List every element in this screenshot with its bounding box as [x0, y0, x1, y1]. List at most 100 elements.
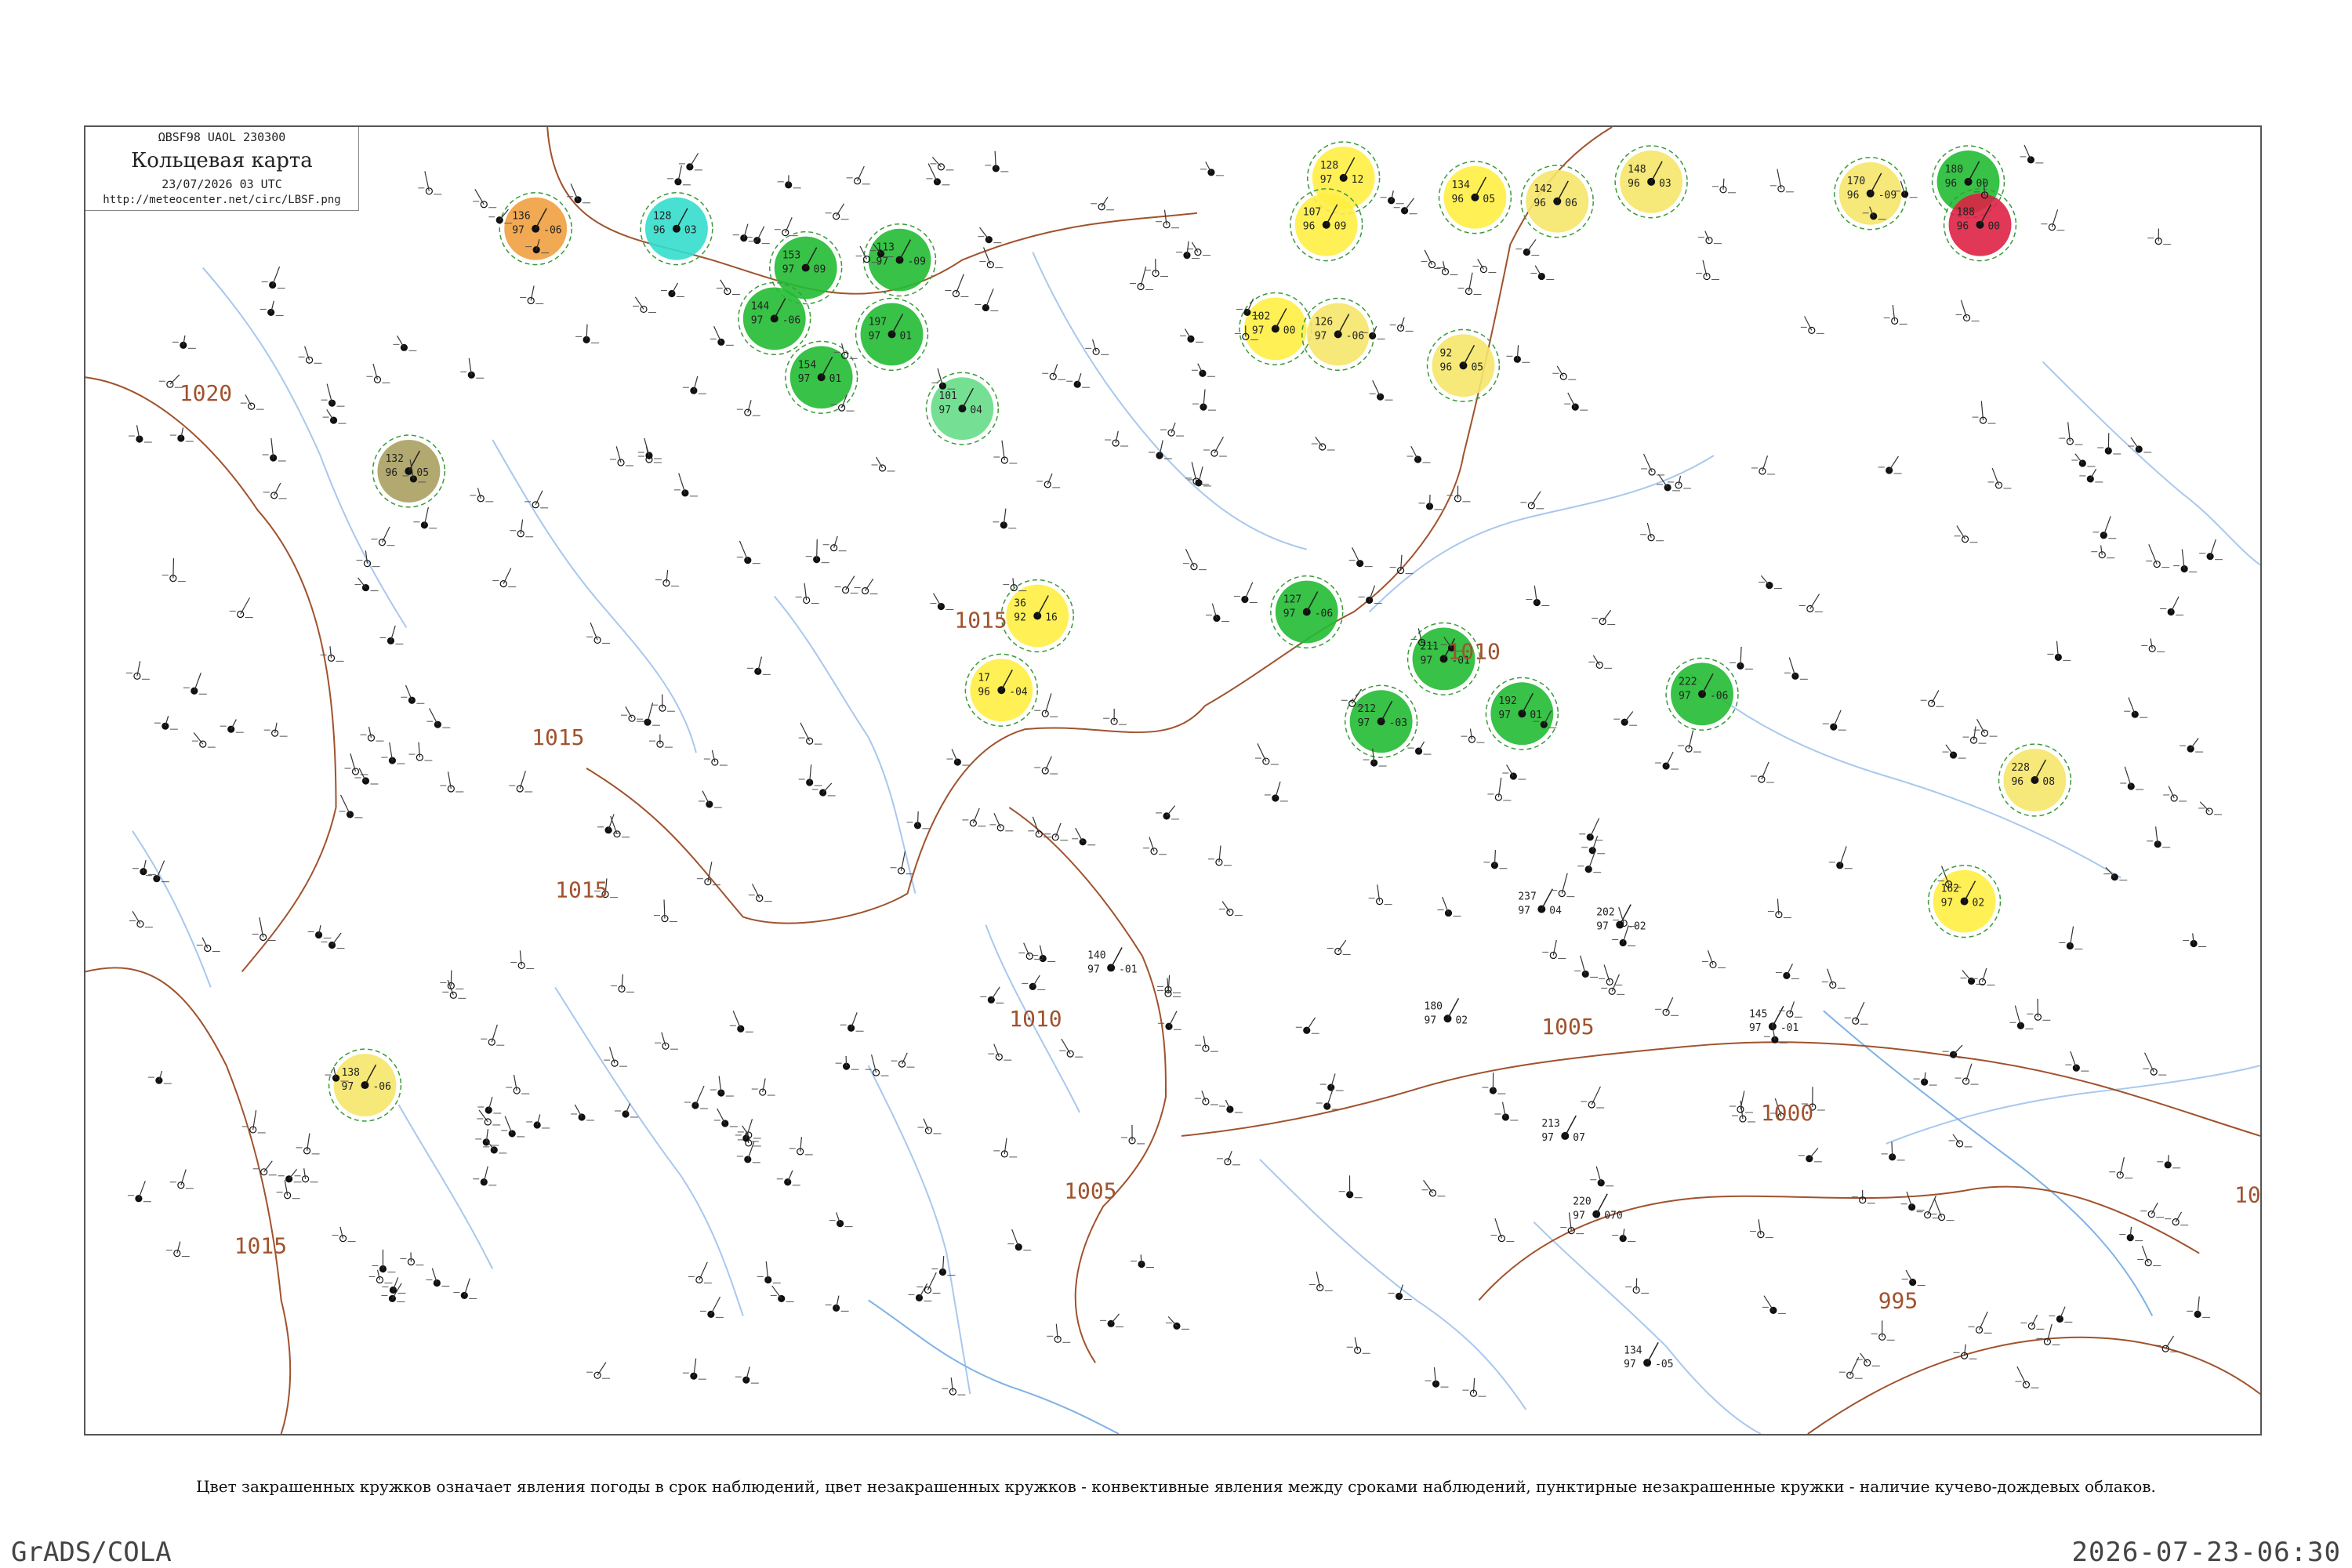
station-dot [485, 1106, 492, 1114]
station-dot [695, 1276, 703, 1284]
station-marker [1205, 603, 1229, 622]
wind-barb [289, 1169, 298, 1180]
weather-station[interactable]: 162 97 02 [1927, 864, 2002, 938]
station-marker [980, 986, 1004, 1004]
wind-barb [1657, 474, 1668, 488]
station-marker [1018, 942, 1043, 960]
weather-station[interactable]: 132 96 05 [372, 434, 446, 508]
wind-barb [1472, 1377, 1475, 1394]
station-marker [1552, 365, 1577, 380]
station-marker [1900, 1191, 1925, 1211]
wind-barb [1168, 1011, 1178, 1027]
wind-barb [474, 189, 485, 205]
station-marker [840, 1012, 864, 1032]
weather-station[interactable]: 128 96 03 [640, 192, 713, 266]
wind-barb [1704, 230, 1710, 241]
wind-barb [1991, 467, 2000, 486]
weather-station[interactable]: 237 97 04 [1518, 888, 1562, 917]
wind-barb [1855, 1001, 1865, 1022]
station-pressure: 212 [1358, 703, 1376, 715]
station-marker [1034, 693, 1058, 717]
station-marker [1160, 422, 1184, 437]
weather-station[interactable]: 222 97 -06 [1665, 657, 1739, 731]
station-marker [993, 440, 1018, 464]
weather-station[interactable]: 20297 -02 [1596, 904, 1646, 933]
station-marker [1186, 241, 1210, 256]
wind-barb [972, 808, 980, 824]
wind-barb [720, 279, 728, 292]
wind-barb [329, 646, 332, 659]
station-marker [1828, 846, 1853, 869]
station-marker [1131, 1254, 1155, 1269]
wind-barb [710, 1296, 721, 1315]
station-pressure: 102 [1252, 310, 1270, 322]
station-tendency: 00 [1988, 221, 2001, 233]
weather-station[interactable]: 220 97 070 [1573, 1193, 1623, 1222]
wind-barb [519, 950, 522, 966]
weather-station[interactable]: 138 97 -06 [328, 1048, 402, 1122]
wind-barb [931, 157, 942, 168]
weather-station[interactable]: 17 96 -04 [964, 653, 1038, 727]
weather-station[interactable]: 127 97 -06 [1270, 575, 1344, 649]
station-marker [2141, 638, 2165, 652]
weather-station[interactable]: 92 96 05 [1426, 328, 1501, 402]
weather-station[interactable]: 134 96 05 [1438, 161, 1512, 234]
station-marker [586, 622, 611, 644]
station-tendency: 04 [970, 405, 982, 416]
station-marker [1182, 549, 1207, 571]
station-marker [993, 508, 1017, 529]
wind-barb [1404, 198, 1414, 212]
wind-barb [397, 335, 405, 348]
station-pressure: 170 [1847, 176, 1865, 187]
station-marker [128, 425, 152, 443]
weather-station[interactable]: 148 96 03 [1614, 145, 1688, 219]
weather-station[interactable]: 144 97 -06 [738, 281, 811, 356]
weather-station[interactable]: 102 97 00 [1239, 292, 1312, 366]
weather-station[interactable]: 192 97 01 [1485, 677, 1559, 750]
wind-barb [504, 1116, 513, 1134]
weather-station[interactable]: 188 96 00 [1943, 188, 2017, 262]
station-tendency: -09 [1878, 190, 1896, 201]
station-marker [946, 749, 971, 766]
station-tendency: 05 [416, 467, 429, 479]
station-dot [707, 1310, 715, 1318]
weather-station[interactable]: 170 96 -09 [1834, 157, 1907, 230]
station-tendency: 05 [1483, 194, 1495, 205]
wind-barb [845, 575, 855, 590]
weather-station[interactable]: 142 96 06 [1520, 165, 1594, 238]
station-marker [481, 1024, 505, 1046]
station-dot [1647, 177, 1656, 186]
station-tendency: 12 [1352, 174, 1364, 186]
station-tendency: 04 [1549, 906, 1562, 917]
weather-station[interactable]: 101 97 04 [925, 372, 1000, 445]
wind-barb [172, 558, 175, 579]
weather-station[interactable]: 213 97 07 [1541, 1115, 1585, 1144]
weather-station[interactable]: 180 97 02 [1425, 997, 1468, 1026]
wind-barb [1044, 756, 1052, 771]
station-marker [2163, 786, 2187, 802]
station-temp: 97 [1679, 690, 1691, 702]
station-marker [746, 656, 771, 675]
station-marker [1506, 345, 1530, 363]
weather-station[interactable]: 107 96 09 [1290, 188, 1363, 262]
weather-station[interactable]: 126 97 -06 [1301, 297, 1375, 372]
station-temp: 97 [1596, 921, 1609, 933]
weather-station[interactable]: 197 97 01 [855, 297, 929, 372]
isobar-label: 1005 [1541, 1014, 1594, 1040]
weather-station[interactable]: 154 97 01 [784, 340, 858, 414]
station-marker [381, 742, 405, 764]
station-marker [196, 937, 220, 953]
station-marker [2137, 1245, 2161, 1267]
wind-barb [138, 1181, 146, 1199]
weather-station[interactable]: 136 97 -06 [499, 192, 572, 266]
weather-station[interactable]: 212 97 -03 [1344, 684, 1418, 758]
wind-barb [985, 289, 994, 308]
station-marker [1973, 718, 1998, 737]
station-marker [339, 794, 363, 818]
wind-barb [634, 296, 644, 310]
station-marker [2027, 998, 2051, 1021]
wind-barb [1602, 609, 1612, 622]
weather-station[interactable]: 11397 -09 [862, 223, 937, 297]
weather-station[interactable]: 228 96 08 [1998, 743, 2072, 817]
weather-station[interactable]: 140 97 -01 [1087, 947, 1138, 975]
